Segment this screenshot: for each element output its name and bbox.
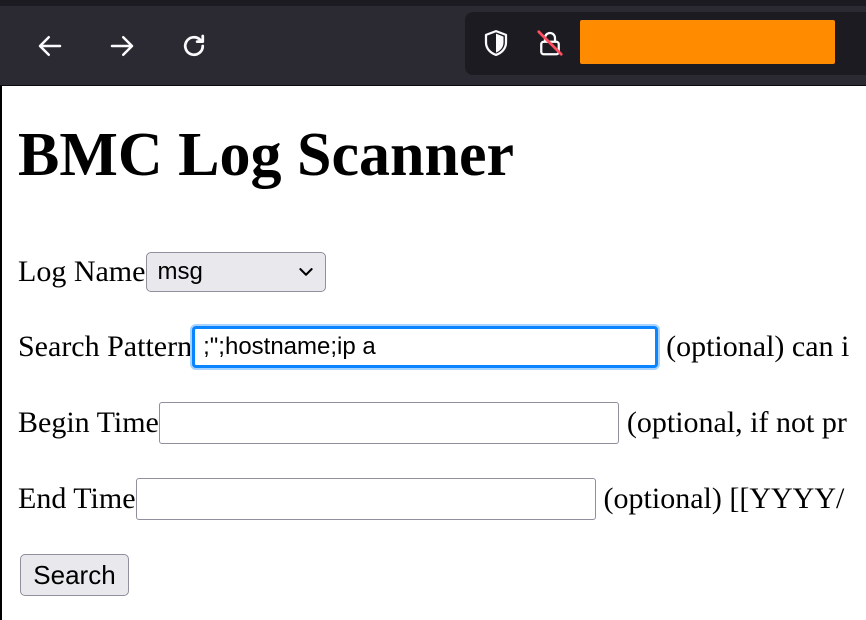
search-pattern-label: Search Pattern [18,330,193,363]
end-time-row: End Time (optional) [[YYYY/ [18,478,844,520]
begin-time-row: Begin Time (optional, if not pr [18,402,847,444]
search-pattern-hint: (optional) can i [666,330,850,363]
tab-strip [0,0,866,6]
site-info-button[interactable] [533,26,567,60]
begin-time-label: Begin Time [18,406,159,439]
forward-arrow-icon [110,36,134,56]
url-text-redacted[interactable] [580,20,835,64]
url-bar[interactable] [465,12,866,75]
tracking-protection-button[interactable] [479,26,513,60]
reload-button[interactable] [174,26,214,66]
end-time-input[interactable] [135,478,596,520]
end-time-hint: (optional) [[YYYY/ [603,482,845,515]
search-pattern-value: ;";hostname;ip a [203,333,376,360]
search-pattern-input[interactable]: ;";hostname;ip a [192,326,659,368]
log-name-selected-value: msg [157,258,203,285]
reload-icon [183,34,205,57]
log-name-select[interactable]: msg [146,252,327,292]
begin-time-input[interactable] [158,402,619,444]
page-content: BMC Log Scanner Log Name msg Search Patt… [0,86,866,620]
search-pattern-row: Search Pattern ;";hostname;ip a (optiona… [18,326,849,368]
page-title: BMC Log Scanner [18,121,514,189]
back-button[interactable] [30,26,70,66]
end-time-label: End Time [18,482,136,515]
browser-toolbar [0,0,866,86]
log-name-label: Log Name [18,255,146,288]
insecure-lock-icon [537,30,563,56]
log-name-row: Log Name msg [18,252,327,292]
begin-time-hint: (optional, if not pr [626,406,847,439]
search-button[interactable]: Search [20,554,129,596]
shield-icon [484,30,508,56]
back-arrow-icon [38,36,62,56]
chevron-down-icon [299,267,314,276]
forward-button[interactable] [102,26,142,66]
